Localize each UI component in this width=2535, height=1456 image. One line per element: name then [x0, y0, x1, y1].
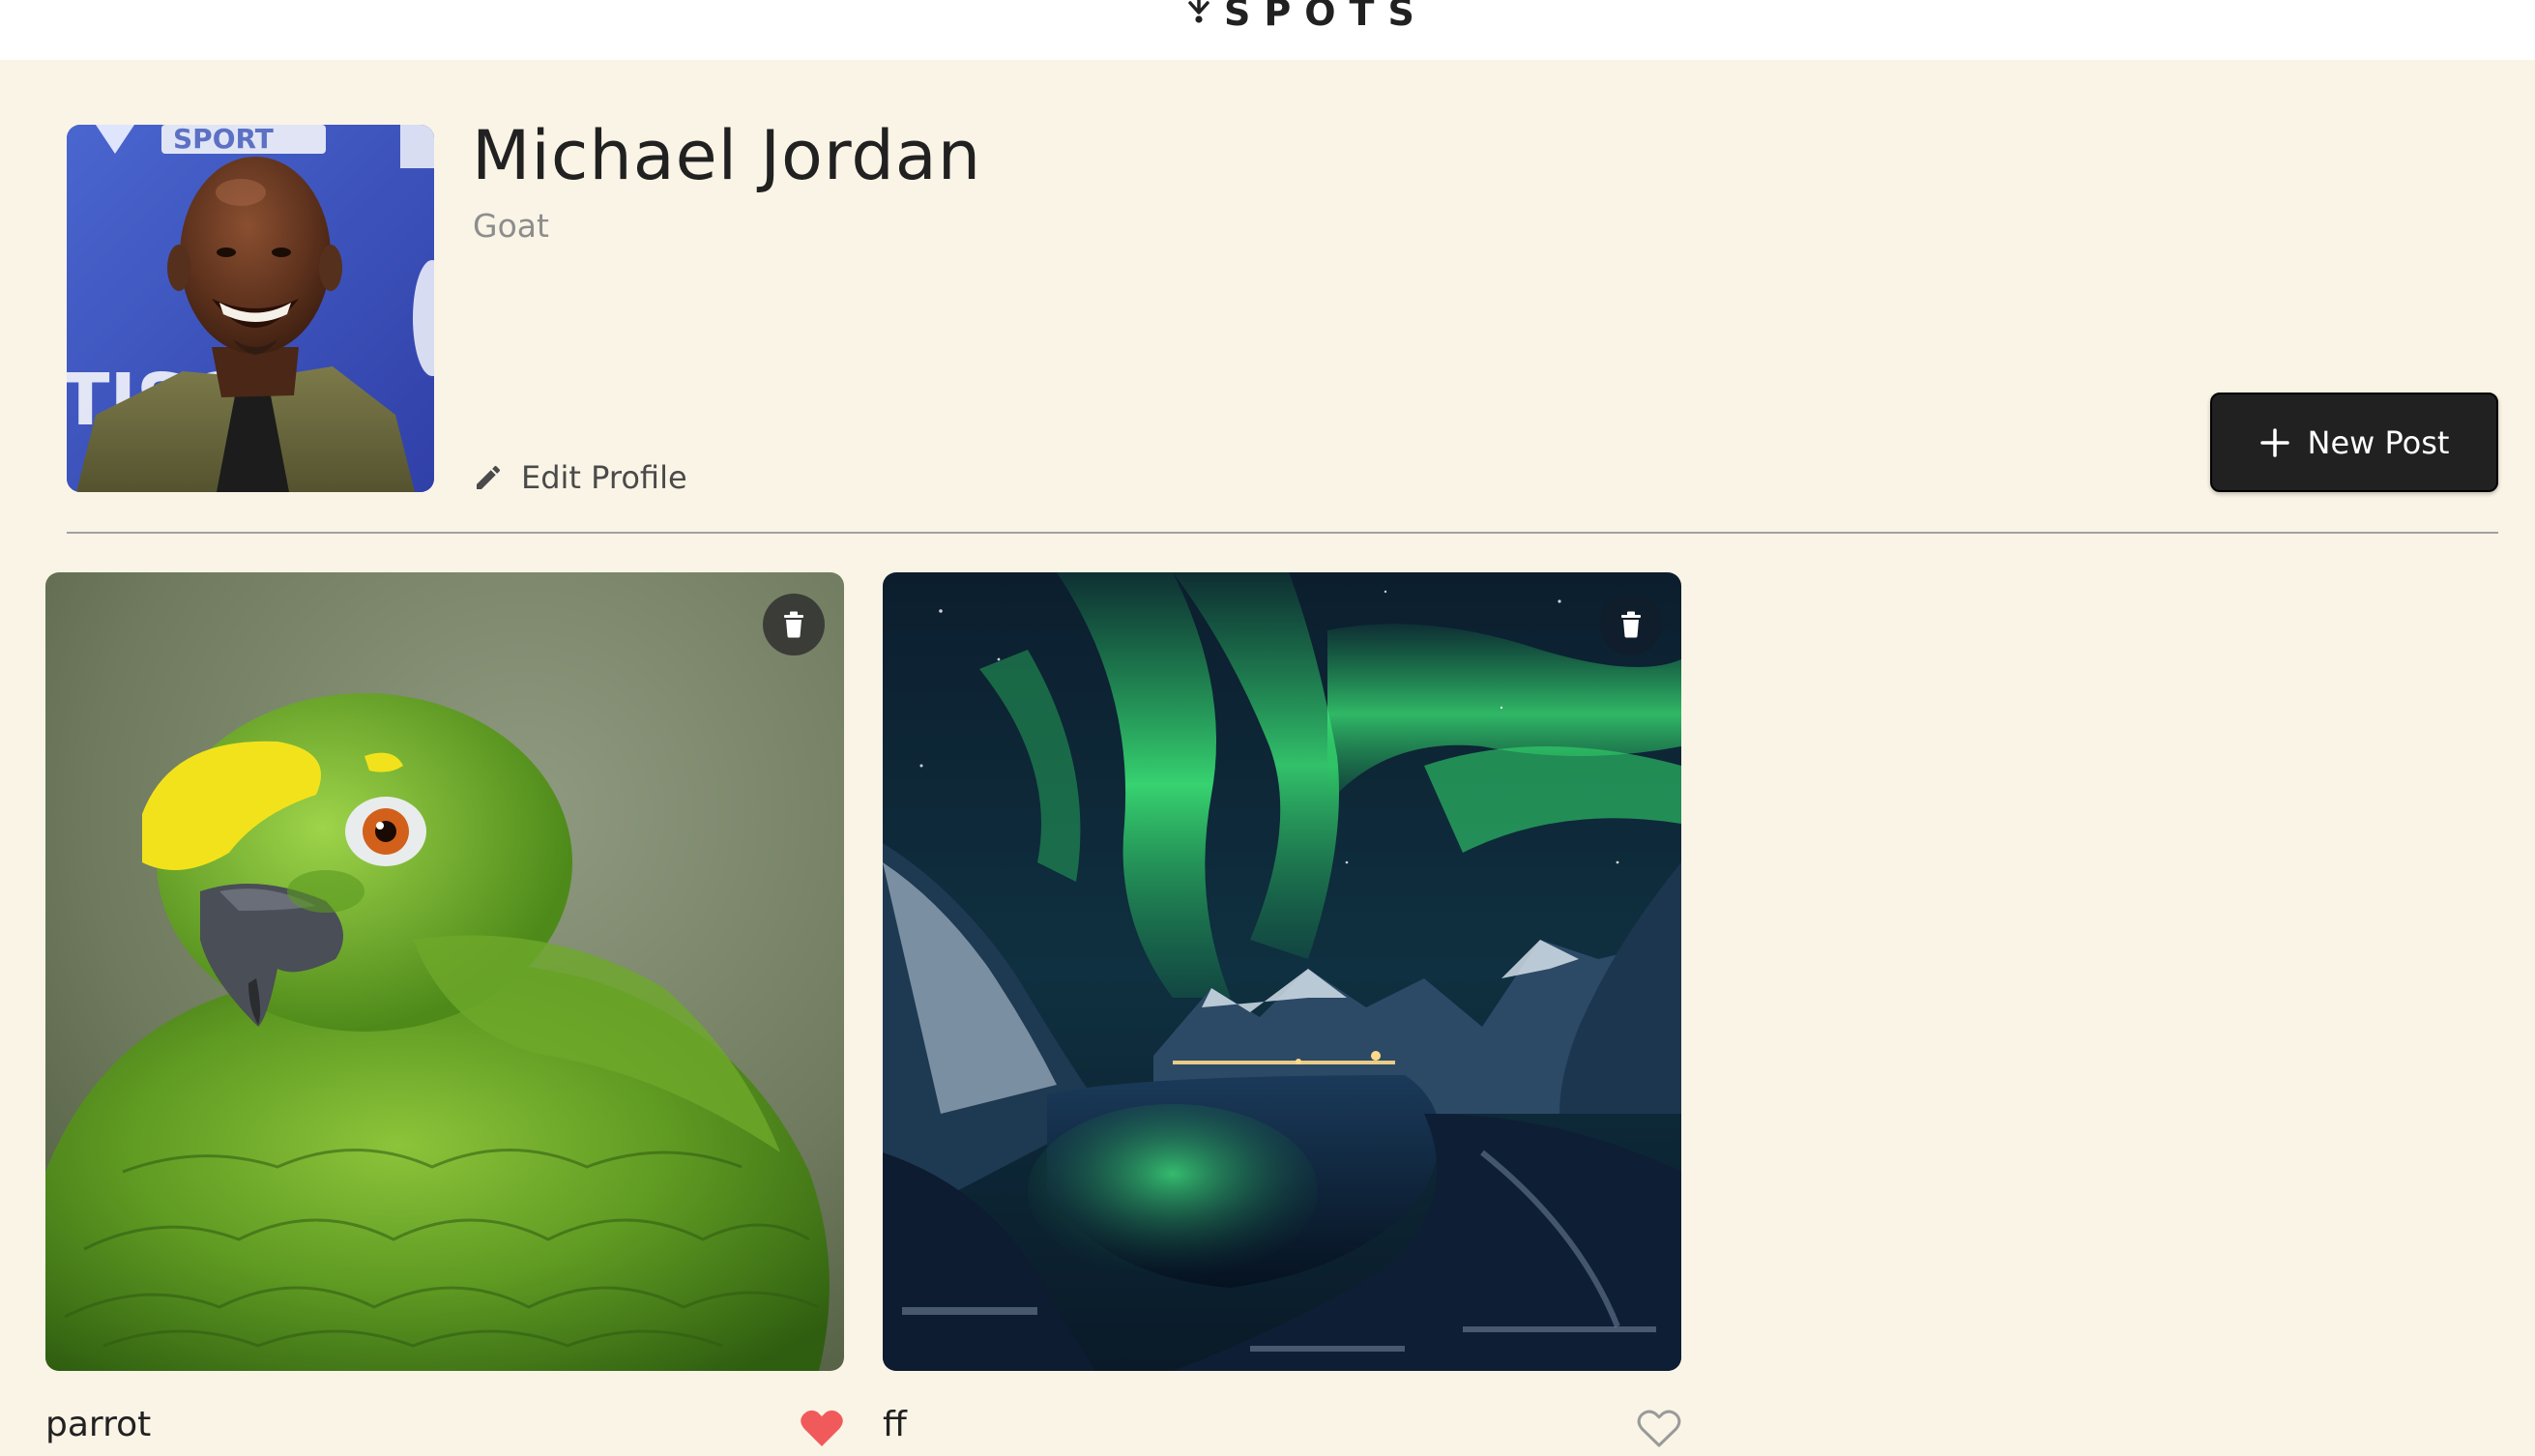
- aurora-photo: [883, 572, 1681, 1371]
- parrot-photo: [45, 572, 844, 1371]
- heart-filled-icon: [801, 1410, 843, 1446]
- profile-description: Goat: [473, 207, 549, 245]
- card-footer: parrot: [45, 1398, 844, 1456]
- pencil-icon: [477, 465, 501, 489]
- card-title: ff: [883, 1405, 907, 1444]
- svg-text:SPORT: SPORT: [173, 125, 274, 155]
- spots-pin-logo-icon: [1188, 0, 1209, 23]
- logo-text: SPOTS: [1224, 0, 1428, 34]
- card: parrot: [45, 572, 844, 1446]
- heart-outline-icon: [1637, 1410, 1681, 1447]
- card-title: parrot: [45, 1405, 152, 1444]
- like-button[interactable]: [800, 1408, 844, 1448]
- card-footer: ff: [883, 1398, 1681, 1456]
- card: ff: [883, 572, 1681, 1447]
- avatar-image: SPORT TISC: [67, 125, 434, 492]
- profile-name: Michael Jordan: [472, 116, 982, 195]
- plus-icon: [2259, 427, 2289, 457]
- like-button[interactable]: [1637, 1408, 1681, 1448]
- trash-icon: [784, 611, 803, 638]
- delete-button[interactable]: [763, 594, 825, 655]
- avatar: SPORT TISC: [67, 125, 434, 492]
- card-image[interactable]: [883, 572, 1681, 1371]
- logo[interactable]: SPOTS: [1187, 0, 1428, 35]
- card-image[interactable]: [45, 572, 844, 1371]
- edit-profile-button[interactable]: Edit Profile: [473, 452, 687, 503]
- new-post-button[interactable]: New Post: [2210, 393, 2498, 492]
- delete-button[interactable]: [1600, 594, 1662, 655]
- top-header: SPOTS: [0, 0, 2535, 60]
- edit-profile-label: Edit Profile: [521, 459, 687, 496]
- new-post-label: New Post: [2307, 423, 2450, 461]
- profile-divider: [67, 532, 2498, 534]
- trash-icon: [1621, 611, 1641, 638]
